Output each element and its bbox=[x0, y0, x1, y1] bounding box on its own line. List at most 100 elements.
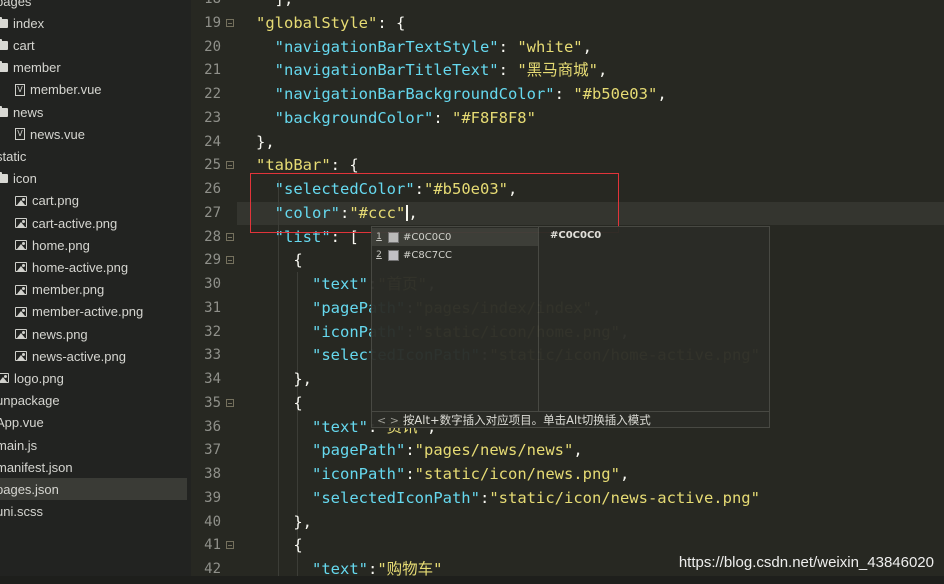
string-token: "#F8F8F8" bbox=[451, 108, 536, 127]
sidebar-item[interactable]: manifest.json bbox=[0, 456, 187, 478]
sidebar-item-label: news.png bbox=[32, 326, 88, 342]
fold-toggle-icon[interactable] bbox=[226, 398, 234, 407]
punctuation-token: : bbox=[554, 85, 574, 103]
string-token: "黑马商城" bbox=[517, 61, 598, 80]
sidebar-item-label: cart-active.png bbox=[32, 215, 118, 231]
sidebar-item[interactable]: home-active.png bbox=[0, 256, 191, 278]
punctuation-token: { bbox=[256, 536, 303, 555]
fold-toggle-icon[interactable] bbox=[226, 256, 234, 265]
line-number: 37 bbox=[204, 442, 221, 459]
code-line[interactable]: }, bbox=[256, 368, 312, 391]
fold-toggle-icon[interactable] bbox=[226, 161, 234, 170]
fold-toggle-icon[interactable] bbox=[226, 232, 234, 241]
sidebar-item[interactable]: static bbox=[0, 145, 187, 167]
code-line[interactable]: "backgroundColor": "#F8F8F8" bbox=[256, 107, 536, 130]
sidebar-item-label: member.vue bbox=[30, 82, 102, 98]
punctuation-token bbox=[256, 61, 275, 79]
fold-toggle-icon[interactable] bbox=[226, 541, 234, 550]
line-number: 30 bbox=[204, 276, 221, 292]
code-line[interactable]: { bbox=[256, 392, 302, 415]
sidebar-item-label: index bbox=[13, 15, 45, 31]
image-file-icon bbox=[0, 373, 9, 384]
sidebar-item[interactable]: pages bbox=[0, 0, 187, 12]
string-token: "#b50e03" bbox=[573, 85, 658, 103]
json-key-token: "iconPath" bbox=[312, 465, 406, 483]
sidebar-item[interactable]: Vmember.vue bbox=[0, 79, 191, 101]
line-number: 22 bbox=[204, 86, 221, 102]
sidebar-item[interactable]: member-active.png bbox=[0, 301, 191, 323]
line-number: 33 bbox=[204, 347, 221, 364]
string-token: "static/icon/news.png" bbox=[414, 465, 620, 483]
punctuation-token: : bbox=[479, 488, 490, 507]
sidebar-item[interactable]: news.png bbox=[0, 323, 191, 345]
sidebar-item[interactable]: member bbox=[0, 57, 188, 79]
code-line[interactable]: "globalStyle": { bbox=[256, 12, 405, 35]
sidebar-item[interactable]: cart-active.png bbox=[0, 212, 191, 234]
punctuation-token bbox=[256, 465, 312, 483]
line-number-gutter: 18 19 20 21 22 23 24 25 26 27 28 29 30 31 32 33 34 35 36 37… bbox=[191, 0, 237, 584]
code-line[interactable]: "navigationBarTextStyle": "white", bbox=[256, 36, 592, 59]
image-file-icon bbox=[15, 195, 27, 206]
autocomplete-nav-arrows[interactable]: < > bbox=[377, 414, 399, 427]
code-line[interactable]: "iconPath":"static/icon/news.png", bbox=[256, 463, 629, 486]
sidebar-item-label: member-active.png bbox=[32, 304, 144, 320]
line-number: 19 bbox=[204, 14, 221, 31]
code-line[interactable]: { bbox=[256, 534, 303, 557]
sidebar-item[interactable]: news-active.png bbox=[0, 345, 191, 367]
sidebar-item[interactable]: main.js bbox=[0, 434, 187, 456]
sidebar-item-label: home-active.png bbox=[32, 259, 129, 275]
code-line[interactable]: "selectedIconPath":"static/icon/news-act… bbox=[256, 487, 760, 510]
autocomplete-item[interactable]: 1 #C0C0C0 bbox=[372, 228, 538, 246]
sidebar-item-label: unpackage bbox=[0, 393, 60, 409]
sidebar-item[interactable]: logo.png bbox=[0, 367, 188, 389]
sidebar-item[interactable]: home.png bbox=[0, 234, 191, 256]
fold-toggle-icon[interactable] bbox=[226, 18, 234, 27]
json-key-token: "text" bbox=[312, 417, 368, 436]
json-key-token: "navigationBarTextStyle" bbox=[274, 37, 499, 56]
autocomplete-item[interactable]: 2 #C8C7CC bbox=[372, 246, 538, 264]
code-line[interactable]: }, bbox=[256, 131, 275, 154]
line-number: 21 bbox=[204, 62, 221, 79]
sidebar-item[interactable]: pages.json bbox=[0, 478, 187, 501]
sidebar-item-label: cart bbox=[13, 37, 35, 53]
sidebar-item[interactable]: cart bbox=[0, 34, 188, 56]
punctuation-token bbox=[256, 418, 312, 436]
code-line[interactable]: "pagePath":"pages/news/news", bbox=[256, 439, 583, 462]
watermark-text: https://blog.csdn.net/weixin_43846020 bbox=[678, 554, 934, 571]
file-explorer-sidebar: pages index cart member Vmember.vue news Vnews… bbox=[0, 0, 191, 584]
line-number: 34 bbox=[204, 371, 221, 387]
punctuation-token: , bbox=[597, 61, 608, 80]
image-file-icon bbox=[15, 240, 27, 251]
folder-icon bbox=[0, 16, 8, 28]
sidebar-item-label: main.js bbox=[0, 437, 38, 453]
code-line[interactable]: "navigationBarTitleText": "黑马商城", bbox=[256, 59, 608, 82]
sidebar-item[interactable]: uni.scss bbox=[0, 501, 187, 523]
sidebar-item-label: home.png bbox=[32, 237, 90, 253]
sidebar-item[interactable]: news bbox=[0, 101, 188, 123]
autocomplete-popup[interactable]: 1 #C0C0C0 2 #C8C7CC #C0C0C0 < > 按Alt+数字插… bbox=[371, 226, 770, 428]
bottom-strip bbox=[0, 576, 944, 584]
sidebar-item[interactable]: App.vue bbox=[0, 412, 187, 434]
sidebar-item[interactable]: icon bbox=[0, 168, 188, 190]
sidebar-item-label: pages bbox=[0, 0, 32, 9]
punctuation-token bbox=[256, 441, 312, 459]
sidebar-item[interactable]: cart.png bbox=[0, 190, 191, 212]
code-line[interactable]: "navigationBarBackgroundColor": "#b50e03… bbox=[256, 83, 667, 106]
image-file-icon bbox=[15, 218, 27, 228]
string-token: "static/icon/news-active.png" bbox=[489, 488, 760, 507]
sidebar-item[interactable]: unpackage bbox=[0, 390, 187, 412]
sidebar-item-label: icon bbox=[13, 171, 37, 187]
punctuation-token: }, bbox=[256, 132, 275, 151]
line-number: 28 bbox=[204, 228, 221, 245]
sidebar-item[interactable]: index bbox=[0, 12, 188, 34]
json-key-token: "backgroundColor" bbox=[274, 108, 434, 127]
line-number: 32 bbox=[204, 323, 221, 340]
code-line[interactable]: }, bbox=[256, 511, 312, 534]
sidebar-item[interactable]: member.png bbox=[0, 279, 191, 301]
sidebar-item-label: static bbox=[0, 148, 27, 164]
autocomplete-preview: #C0C0C0 bbox=[550, 230, 602, 241]
sidebar-item[interactable]: Vnews.vue bbox=[0, 123, 191, 145]
string-token: "globalStyle" bbox=[256, 13, 378, 32]
code-line[interactable]: { bbox=[256, 249, 302, 272]
code-line[interactable]: ], bbox=[256, 0, 294, 11]
